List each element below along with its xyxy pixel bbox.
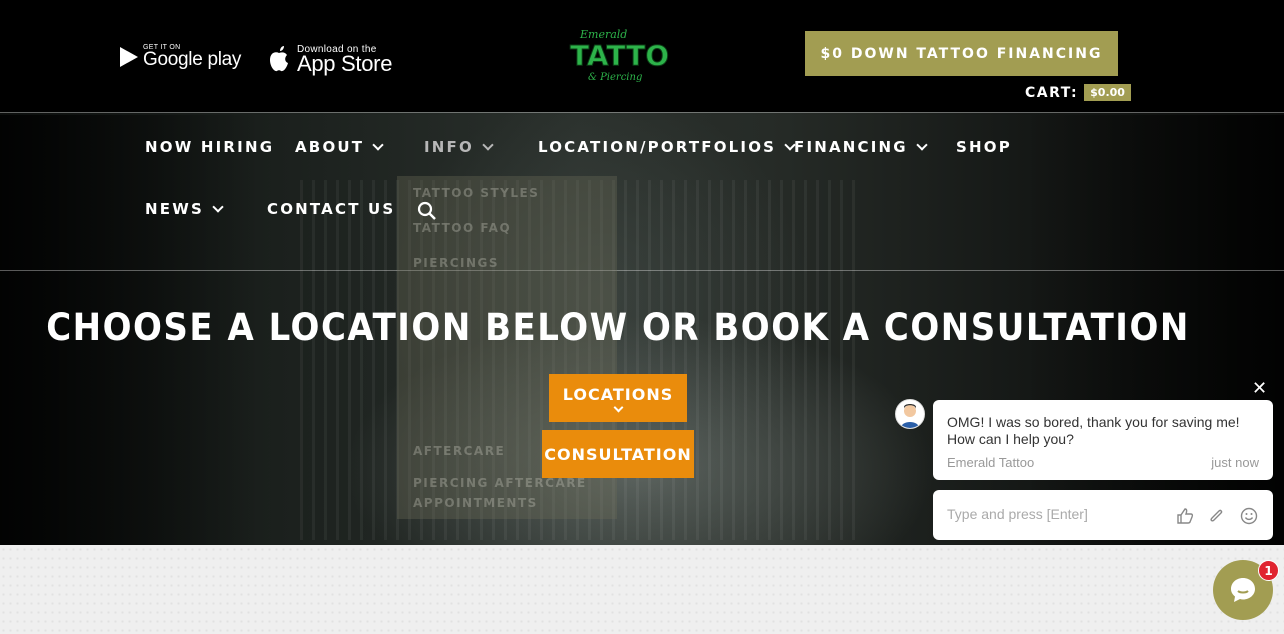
nav-location-portfolios[interactable]: LOCATION/PORTFOLIOS xyxy=(538,138,796,156)
cart-link[interactable]: CART: $0.00 xyxy=(1025,84,1131,101)
nav-financing[interactable]: FINANCING xyxy=(794,138,928,156)
app-store-label: App Store xyxy=(297,51,393,76)
dropdown-item[interactable]: PIERCINGS xyxy=(413,256,499,270)
header-divider xyxy=(0,112,1284,113)
dropdown-item[interactable]: AFTERCARE xyxy=(413,444,505,458)
chat-message-bubble: OMG! I was so bored, thank you for savin… xyxy=(933,400,1273,480)
svg-text:& Piercing: & Piercing xyxy=(588,72,642,83)
hero-headline: CHOOSE A LOCATION BELOW OR BOOK A CONSUL… xyxy=(46,306,1190,350)
svg-text:TATTOO: TATTOO xyxy=(570,39,670,72)
chevron-down-icon xyxy=(212,201,224,213)
dropdown-item[interactable]: PIERCING AFTERCARE xyxy=(413,476,587,490)
nav-label: NOW HIRING xyxy=(145,138,275,156)
dropdown-item[interactable]: APPOINTMENTS xyxy=(413,496,538,510)
search-icon[interactable] xyxy=(417,201,437,225)
google-play-icon xyxy=(120,46,138,67)
app-store-badge[interactable]: Download on the App Store xyxy=(267,44,393,76)
nav-shop[interactable]: SHOP xyxy=(956,138,1012,156)
apple-icon xyxy=(270,45,288,71)
chat-timestamp: just now xyxy=(1211,455,1259,470)
emerald-tattoo-logo[interactable]: Emerald TATTOO & Piercing xyxy=(566,25,694,87)
chat-input-placeholder: Type and press [Enter] xyxy=(947,506,1088,522)
paperclip-icon[interactable] xyxy=(1208,507,1226,525)
chevron-down-icon xyxy=(482,139,494,151)
cart-label: CART: xyxy=(1025,84,1079,101)
chevron-down-icon xyxy=(613,402,623,413)
google-play-badge[interactable]: GET IT ON Google play xyxy=(119,44,241,69)
nav-about[interactable]: ABOUT xyxy=(295,138,384,156)
nav-label: ABOUT xyxy=(295,138,365,156)
chevron-down-icon xyxy=(372,139,384,151)
emoji-icon[interactable] xyxy=(1240,507,1258,525)
nav-news[interactable]: NEWS xyxy=(145,200,224,218)
chat-message-text: OMG! I was so bored, thank you for savin… xyxy=(947,414,1240,447)
dropdown-item[interactable]: TATTOO STYLES xyxy=(413,186,539,200)
close-icon[interactable]: ✕ xyxy=(1252,378,1267,399)
content-section xyxy=(0,545,1284,634)
locations-button[interactable]: LOCATIONS xyxy=(549,374,687,422)
chat-input-field[interactable]: Type and press [Enter] xyxy=(933,490,1273,540)
nav-now-hiring[interactable]: NOW HIRING xyxy=(145,138,274,156)
nav-label: NEWS xyxy=(145,200,204,218)
nav-info[interactable]: INFO xyxy=(424,138,494,156)
chat-sender: Emerald Tattoo xyxy=(947,455,1035,470)
nav-label: FINANCING xyxy=(794,138,908,156)
financing-button[interactable]: $0 DOWN TATTOO FINANCING xyxy=(805,31,1118,76)
nav-label: INFO xyxy=(424,138,474,156)
nav-label: SHOP xyxy=(956,138,1012,156)
chevron-down-icon xyxy=(916,139,928,151)
nav-label: CONTACT US xyxy=(267,200,396,218)
chat-bubble-icon xyxy=(1231,578,1255,602)
consultation-button[interactable]: CONSULTATION xyxy=(542,430,694,478)
thumbs-up-icon[interactable] xyxy=(1176,507,1194,525)
nav-divider xyxy=(0,270,1284,271)
cart-amount: $0.00 xyxy=(1084,84,1131,101)
google-play-label: Google play xyxy=(143,49,242,70)
agent-avatar xyxy=(895,399,925,429)
nav-contact-us[interactable]: CONTACT US xyxy=(267,200,395,218)
unread-badge: 1 xyxy=(1258,560,1279,581)
nav-label: LOCATION/PORTFOLIOS xyxy=(538,138,777,156)
